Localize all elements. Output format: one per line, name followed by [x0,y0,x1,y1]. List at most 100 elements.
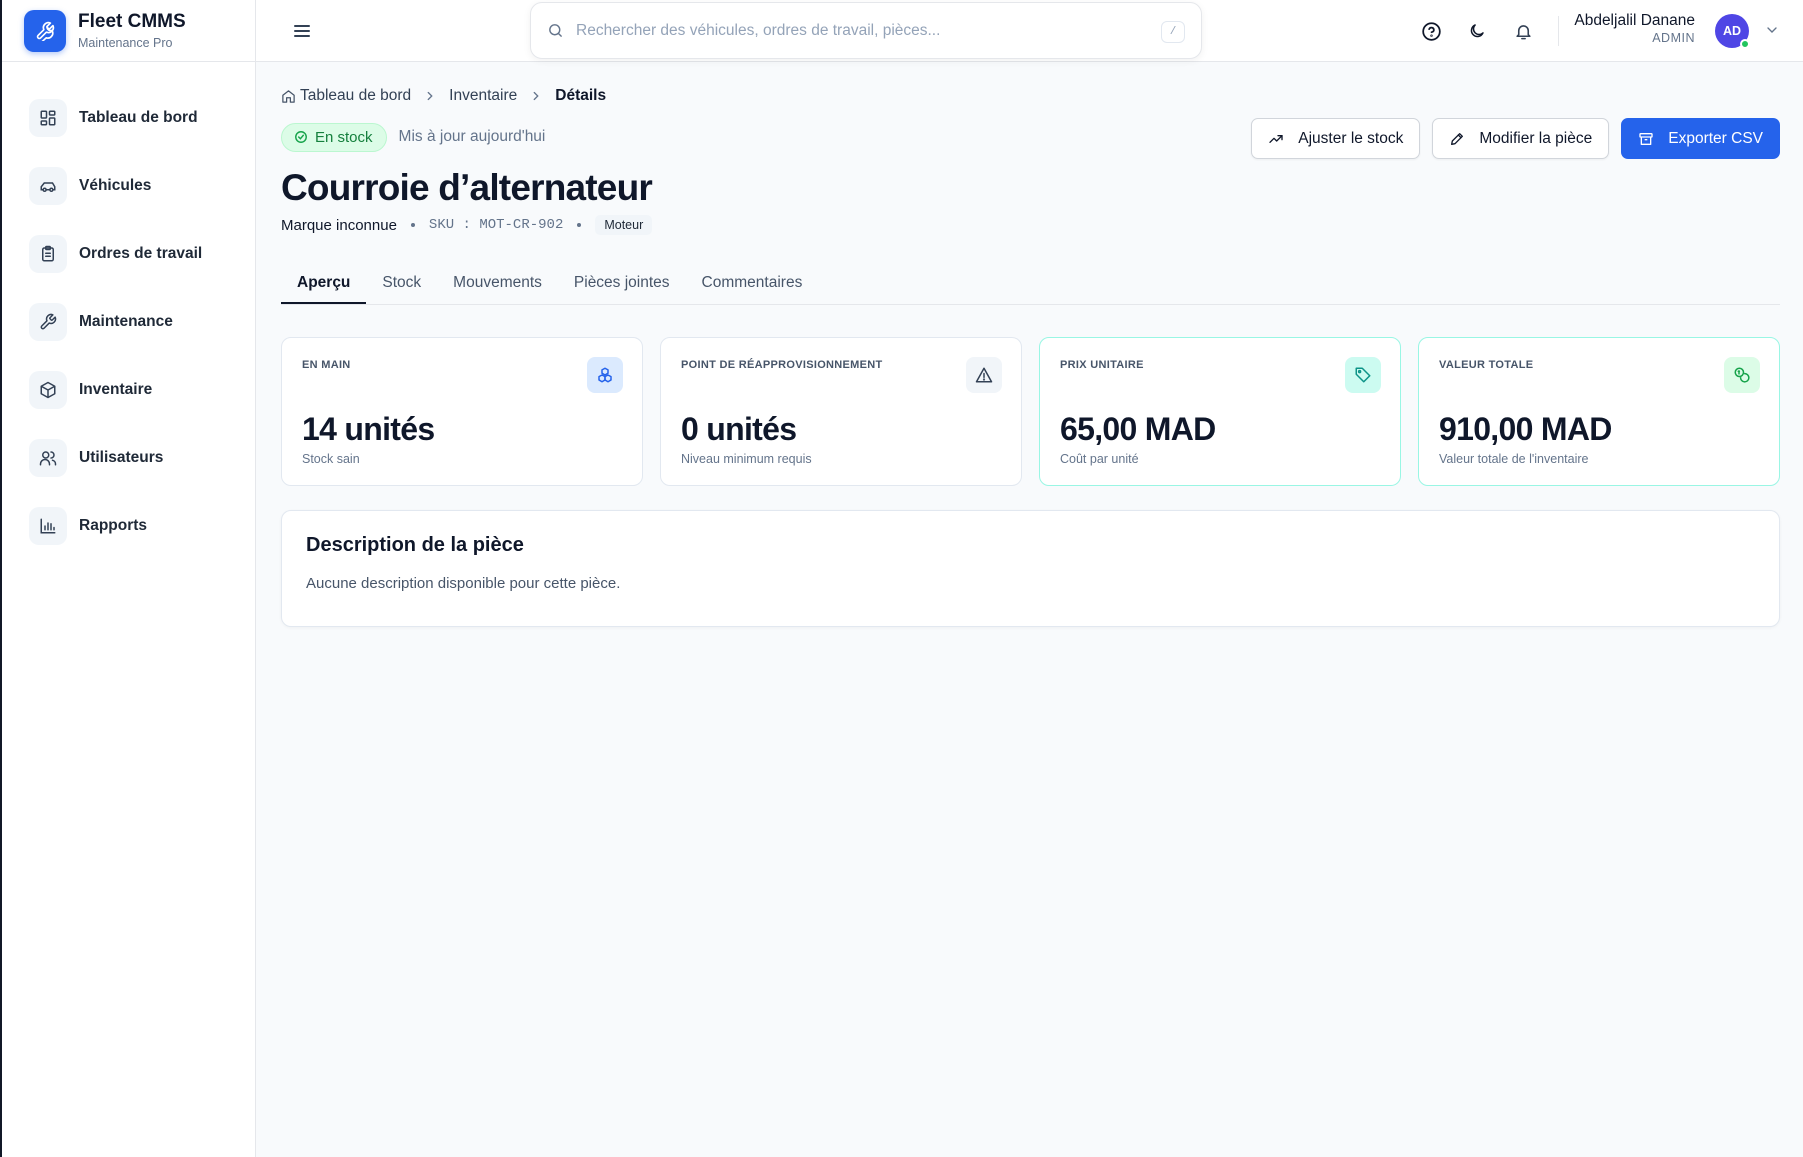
coins-icon [1724,357,1760,393]
tab-attachments[interactable]: Pièces jointes [558,262,686,304]
breadcrumb-home-label: Tableau de bord [300,87,412,104]
topbar-divider [1558,16,1559,46]
brand[interactable]: Fleet CMMS Maintenance Pro [2,0,255,62]
menu-icon[interactable] [290,19,314,43]
bar-chart-icon [29,507,67,545]
status-badge-label: En stock [315,128,373,146]
category-badge: Moteur [595,215,653,235]
sidebar-item-label: Inventaire [79,381,153,398]
meta-separator [410,223,415,227]
page-actions: Ajuster le stock Modifier la pièce Expor… [1239,118,1780,159]
breadcrumb-current: Détails [555,87,607,104]
search-shortcut-key: / [1161,21,1185,43]
search-icon [547,22,564,39]
sidebar-item-work-orders[interactable]: Ordres de travail [29,220,255,288]
stat-subtitle: Stock sain [302,452,360,466]
description-card: Description de la pièce Aucune descripti… [281,510,1780,627]
export-csv-label: Exporter CSV [1668,129,1763,147]
help-icon[interactable] [1418,18,1444,44]
main-content: Tableau de bord Inventaire Détails En st… [281,62,1780,627]
stat-card-reorder-point: POINT DE RÉAPPROVISIONNEMENT 0 unités Ni… [660,337,1022,486]
sidebar-item-label: Tableau de bord [79,109,198,126]
sidebar-item-users[interactable]: Utilisateurs [29,424,255,492]
user-role: ADMIN [1652,31,1695,45]
sidebar-item-label: Utilisateurs [79,449,164,466]
part-sku: SKU : MOT-CR-902 [428,217,564,233]
wrench-logo-icon [24,9,66,52]
stat-card-unit-price: PRIX UNITAIRE 65,00 MAD Coût par unité [1039,337,1401,486]
sidebar-item-maintenance[interactable]: Maintenance [29,288,255,356]
wrench-icon [29,303,67,341]
sidebar-item-dashboard[interactable]: Tableau de bord [29,84,255,152]
description-title: Description de la pièce [306,534,524,556]
last-updated: Mis à jour aujourd'hui [398,128,546,145]
dark-mode-icon[interactable] [1464,18,1490,44]
sidebar-item-label: Ordres de travail [79,245,203,262]
sidebar: Fleet CMMS Maintenance Pro Tableau de bo… [0,0,256,1157]
archive-icon [1638,131,1668,147]
stat-value: 14 unités [302,411,435,447]
sidebar-nav: Tableau de bord Véhicules Ordres de trav… [2,62,255,560]
chevron-right-icon [529,89,543,103]
box-icon [29,371,67,409]
stat-label: POINT DE RÉAPPROVISIONNEMENT [681,359,883,371]
meta-separator [577,223,582,227]
user-info[interactable]: Abdeljalil Danane ADMIN [1574,11,1695,47]
breadcrumb: Tableau de bord Inventaire Détails [281,86,1780,106]
status-badge: En stock [281,122,387,152]
breadcrumb-inventory[interactable]: Inventaire [449,87,517,105]
sidebar-item-reports[interactable]: Rapports [29,492,255,560]
avatar-initials: AD [1722,24,1742,38]
sidebar-item-label: Maintenance [79,313,173,330]
stat-subtitle: Niveau minimum requis [681,452,812,466]
stat-label: PRIX UNITAIRE [1060,359,1144,371]
sidebar-item-vehicles[interactable]: Véhicules [29,152,255,220]
stat-card-total-value: VALEUR TOTALE 910,00 MAD Valeur totale d… [1418,337,1780,486]
page-title: Courroie d’alternateur [281,167,653,208]
avatar[interactable]: AD [1715,14,1750,49]
sidebar-item-label: Véhicules [79,177,152,194]
sidebar-item-inventory[interactable]: Inventaire [29,356,255,424]
stats-cards: EN MAIN 14 unités Stock sain POINT DE RÉ… [281,337,1780,486]
chevron-down-icon[interactable] [1764,22,1780,38]
adjust-stock-label: Ajuster le stock [1298,129,1404,147]
tag-icon [1345,357,1381,393]
export-csv-button[interactable]: Exporter CSV [1621,118,1780,159]
check-circle-icon [294,130,308,144]
car-icon [29,167,67,205]
pencil-icon [1449,131,1479,147]
part-meta: Marque inconnue SKU : MOT-CR-902 Moteur [281,214,1780,236]
clipboard-icon [29,235,67,273]
search-bar: / [530,2,1202,59]
stack-icon [587,357,623,393]
topbar: / Abdeljalil Danane ADMIN AD [256,0,1803,62]
home-icon [281,89,296,104]
adjust-stock-button[interactable]: Ajuster le stock [1251,118,1421,159]
edit-part-button[interactable]: Modifier la pièce [1432,118,1610,159]
stat-subtitle: Coût par unité [1060,452,1139,466]
stat-value: 910,00 MAD [1439,411,1612,447]
search-input[interactable] [576,21,1136,40]
breadcrumb-home[interactable]: Tableau de bord [281,87,411,105]
users-icon [29,439,67,477]
trending-up-icon [1268,131,1298,147]
part-brand: Marque inconnue [281,216,397,234]
tab-movements[interactable]: Mouvements [437,262,558,304]
tab-bar: Aperçu Stock Mouvements Pièces jointes C… [281,262,1780,305]
tab-overview[interactable]: Aperçu [281,262,367,304]
app-subtitle: Maintenance Pro [78,35,173,50]
description-text: Aucune description disponible pour cette… [306,575,621,592]
bell-icon[interactable] [1510,18,1536,44]
tab-comments[interactable]: Commentaires [686,262,819,304]
stat-label: VALEUR TOTALE [1439,359,1534,371]
sidebar-item-label: Rapports [79,517,148,534]
warning-icon [966,357,1002,393]
stat-value: 0 unités [681,411,797,447]
tab-stock[interactable]: Stock [366,262,437,304]
edit-part-label: Modifier la pièce [1479,129,1593,147]
chevron-right-icon [423,89,437,103]
stat-subtitle: Valeur totale de l'inventaire [1439,452,1589,466]
stat-label: EN MAIN [302,359,351,371]
stat-value: 65,00 MAD [1060,411,1216,447]
app-title: Fleet CMMS [78,10,186,32]
